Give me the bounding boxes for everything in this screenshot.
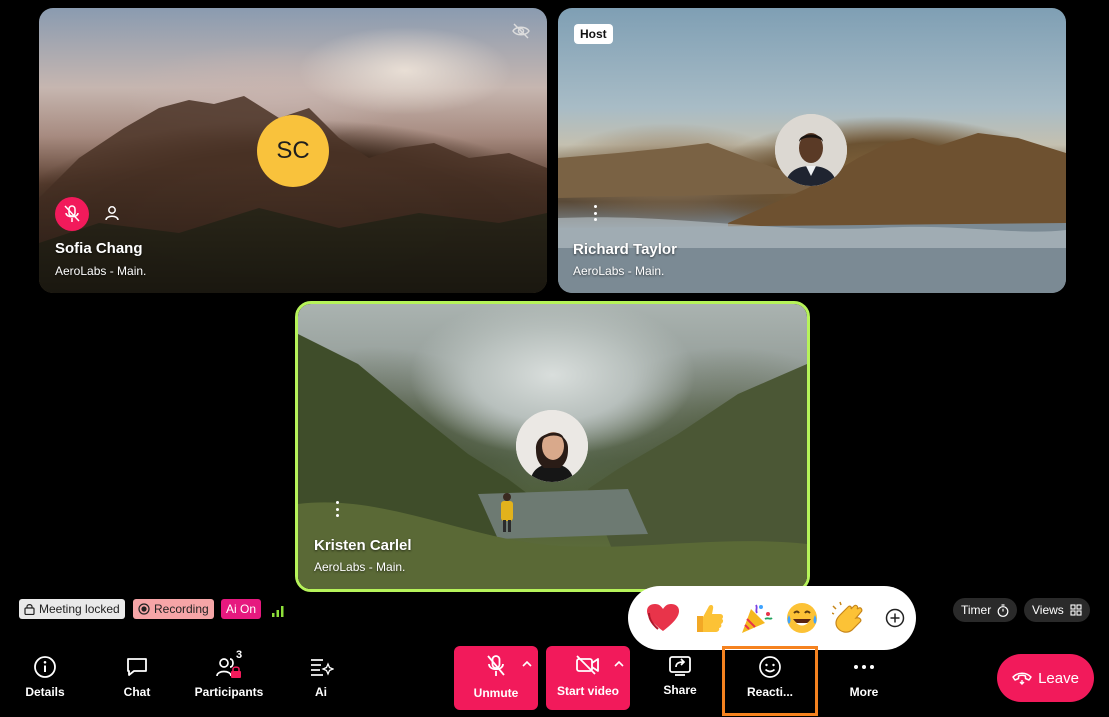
- chat-label: Chat: [123, 685, 151, 699]
- views-button[interactable]: Views: [1024, 598, 1090, 622]
- video-tile-richard-taylor[interactable]: Host Richard Taylor AeroLabs - Main.: [558, 8, 1066, 293]
- unmute-button[interactable]: Unmute: [454, 646, 538, 710]
- participants-label: Participants: [194, 685, 264, 699]
- participant-name: Kristen Carlel: [314, 537, 412, 554]
- more-options-icon[interactable]: [589, 205, 601, 221]
- more-button[interactable]: More: [848, 646, 880, 699]
- ai-label: Ai: [315, 685, 327, 699]
- clapping-hands-reaction-icon[interactable]: [828, 597, 870, 639]
- stopwatch-icon: [997, 603, 1009, 617]
- share-button[interactable]: Share: [662, 646, 698, 697]
- recording-badge: Recording: [133, 599, 214, 619]
- video-off-icon: [553, 654, 623, 676]
- avatar-initials: SC: [257, 115, 329, 187]
- ai-on-badge: Ai On: [221, 599, 262, 619]
- timer-button[interactable]: Timer: [953, 598, 1018, 622]
- reactions-button[interactable]: Reacti...: [722, 646, 818, 716]
- tears-of-joy-reaction-icon[interactable]: [782, 597, 824, 639]
- more-horizontal-icon: [854, 665, 874, 669]
- video-tile-sofia-chang[interactable]: SC Sofia Chang AeroLabs - Main.: [39, 8, 547, 293]
- recording-label: Recording: [154, 602, 209, 616]
- party-popper-reaction-icon[interactable]: [735, 597, 777, 639]
- share-screen-icon: [669, 656, 691, 676]
- more-label: More: [849, 685, 879, 699]
- signal-strength-icon: [272, 604, 284, 622]
- muted-mic-icon: [464, 654, 528, 678]
- unmute-label: Unmute: [473, 686, 519, 700]
- unmute-options-chevron-icon[interactable]: [522, 656, 532, 670]
- hang-up-icon: [1012, 672, 1032, 685]
- grid-icon: [1070, 604, 1082, 616]
- muted-mic-icon: [55, 197, 89, 231]
- details-button[interactable]: Details: [24, 646, 66, 699]
- heart-reaction-icon[interactable]: [642, 597, 684, 639]
- views-label: Views: [1032, 603, 1064, 617]
- details-label: Details: [25, 685, 65, 699]
- participants-button[interactable]: 3 Participants: [194, 646, 264, 699]
- ai-on-label: Ai On: [226, 602, 257, 616]
- meeting-locked-label: Meeting locked: [39, 602, 120, 616]
- reactions-popup: [628, 586, 916, 650]
- record-icon: [138, 603, 150, 615]
- start-video-button[interactable]: Start video: [546, 646, 630, 710]
- thumbs-up-reaction-icon[interactable]: [689, 597, 731, 639]
- avatar-photo: [775, 114, 847, 186]
- ai-button[interactable]: Ai: [306, 646, 336, 699]
- chat-button[interactable]: Chat: [118, 646, 156, 699]
- person-icon[interactable]: [105, 205, 119, 226]
- participant-org: AeroLabs - Main.: [573, 264, 665, 278]
- reactions-label: Reacti...: [746, 685, 794, 699]
- timer-label: Timer: [961, 603, 992, 617]
- participant-name: Sofia Chang: [55, 240, 143, 257]
- hide-video-icon[interactable]: [512, 23, 530, 44]
- share-label: Share: [663, 683, 697, 697]
- participants-count: 3: [236, 649, 243, 661]
- video-options-chevron-icon[interactable]: [614, 656, 624, 670]
- start-video-label: Start video: [556, 684, 619, 698]
- leave-button[interactable]: Leave: [997, 654, 1094, 702]
- participant-org: AeroLabs - Main.: [55, 264, 147, 278]
- participant-org: AeroLabs - Main.: [314, 560, 406, 574]
- leave-label: Leave: [1038, 669, 1079, 687]
- host-badge: Host: [574, 24, 613, 44]
- smiley-icon: [759, 656, 781, 678]
- lock-icon: [24, 604, 35, 615]
- participant-name: Richard Taylor: [573, 241, 677, 258]
- add-reaction-icon[interactable]: [875, 597, 917, 639]
- more-options-icon[interactable]: [331, 501, 343, 517]
- meeting-locked-badge: Meeting locked: [19, 599, 125, 619]
- video-tile-kristen-carlel[interactable]: Kristen Carlel AeroLabs - Main.: [295, 301, 810, 592]
- avatar-photo: [516, 410, 588, 482]
- chat-icon: [127, 658, 147, 676]
- participants-icon: 3: [215, 649, 243, 679]
- info-icon: [34, 656, 56, 678]
- ai-sparkle-icon: [311, 659, 334, 676]
